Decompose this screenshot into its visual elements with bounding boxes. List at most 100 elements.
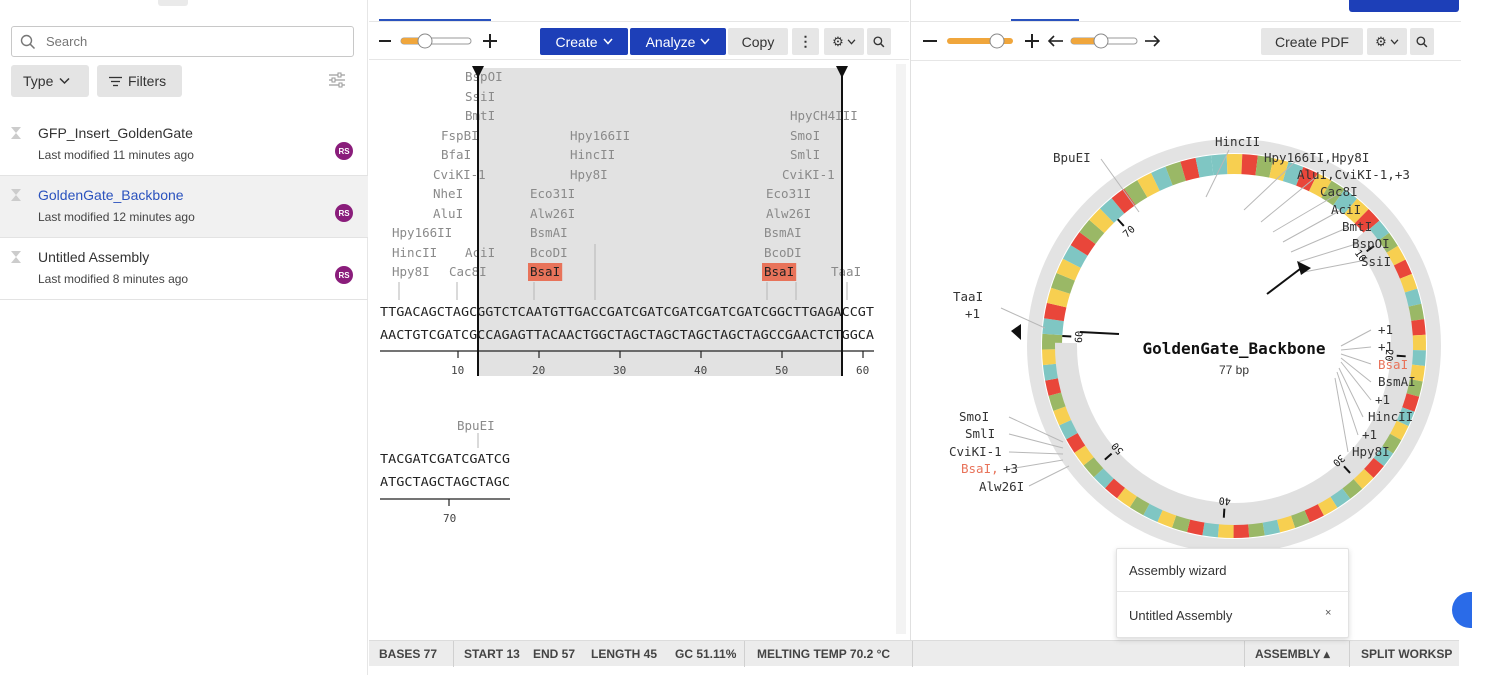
- enzyme-label-bsai[interactable]: BsaI: [764, 264, 794, 279]
- enzyme-label-cac8i[interactable]: Cac8I: [449, 264, 487, 279]
- enzyme-label-eco31i[interactable]: Eco31I: [530, 186, 575, 201]
- rotate-right-icon[interactable]: [1145, 35, 1161, 47]
- enzyme-label-taai[interactable]: TaaI: [831, 264, 861, 279]
- enzyme-label-smli[interactable]: SmlI: [790, 147, 820, 162]
- map-label-smoi[interactable]: SmoI: [959, 409, 989, 424]
- selection-end-arrow[interactable]: [1011, 324, 1021, 340]
- enzyme-label-smoi[interactable]: SmoI: [790, 128, 820, 143]
- map-label-bsai[interactable]: BsaI: [1378, 357, 1408, 372]
- enzyme-label-bspoi[interactable]: BspOI: [465, 69, 503, 84]
- map-find-button[interactable]: [1410, 28, 1434, 55]
- selection-start-marker[interactable]: [1266, 268, 1301, 295]
- enzyme-label-alw26i[interactable]: Alw26I: [530, 206, 575, 221]
- analyze-button[interactable]: Analyze: [630, 28, 726, 55]
- enzyme-label-bsai[interactable]: BsaI: [530, 264, 560, 279]
- enzyme-label-hpy166ii[interactable]: Hpy166II: [570, 128, 630, 143]
- rotation-handle[interactable]: [1093, 33, 1109, 49]
- sidebar-top-handle[interactable]: [158, 0, 188, 6]
- map-label-hincii[interactable]: HincII: [1368, 409, 1413, 424]
- create-pdf-button[interactable]: Create PDF: [1261, 28, 1363, 55]
- enzyme-label-bfai[interactable]: BfaI: [441, 147, 471, 162]
- file-item-goldengate-backbone[interactable]: GoldenGate_Backbone Last modified 12 min…: [0, 176, 368, 238]
- map-label-acii[interactable]: AciI: [1331, 202, 1361, 217]
- share-button[interactable]: [1349, 0, 1459, 12]
- copy-button[interactable]: Copy: [728, 28, 788, 55]
- zoom-slider[interactable]: [379, 30, 499, 52]
- map-label-taai-more[interactable]: +1: [965, 306, 980, 321]
- selection-end-marker[interactable]: [1079, 331, 1120, 335]
- sequence-scrollbar[interactable]: [896, 64, 906, 634]
- map-label-plus1[interactable]: +1: [1378, 322, 1393, 337]
- map-label-taai[interactable]: TaaI: [953, 289, 983, 304]
- enzyme-label-hincii[interactable]: HincII: [570, 147, 615, 162]
- enzyme-label-hpy166ii[interactable]: Hpy166II: [392, 225, 452, 240]
- enzyme-label-fspbi[interactable]: FspBI: [441, 128, 479, 143]
- map-label-bmti[interactable]: BmtI: [1342, 219, 1372, 234]
- active-tab-indicator[interactable]: [379, 19, 491, 21]
- map-label-alw26i[interactable]: Alw26I: [979, 479, 1024, 494]
- map-label-cac8i[interactable]: Cac8I: [1320, 184, 1358, 199]
- enzyme-label-bpuei[interactable]: BpuEI: [457, 418, 495, 433]
- sliders-icon[interactable]: [328, 72, 346, 88]
- enzyme-label-bcodi[interactable]: BcoDI: [764, 245, 802, 260]
- map-label-bsmai[interactable]: BsmAI: [1378, 374, 1416, 389]
- map-label-bsai-left-more[interactable]: +3: [1003, 461, 1018, 476]
- map-label-bspoi[interactable]: BspOI: [1352, 236, 1390, 251]
- enzyme-label-bsmai[interactable]: BsmAI: [530, 225, 568, 240]
- map-zoom-handle[interactable]: [989, 33, 1005, 49]
- map-label-bsai-left[interactable]: BsaI,: [961, 461, 999, 476]
- filters-button[interactable]: Filters: [97, 65, 182, 97]
- file-item-untitled-assembly[interactable]: Untitled Assembly Last modified 8 minute…: [0, 238, 368, 300]
- enzyme-label-nhei[interactable]: NheI: [433, 186, 463, 201]
- search-box[interactable]: [11, 26, 354, 57]
- map-zoom-controls[interactable]: [919, 30, 1169, 52]
- zoom-handle[interactable]: [417, 33, 433, 49]
- close-icon[interactable]: ×: [1325, 607, 1331, 619]
- type-filter-button[interactable]: Type: [11, 65, 89, 97]
- plus-icon[interactable]: [483, 34, 497, 48]
- enzyme-label-acii[interactable]: AciI: [465, 245, 495, 260]
- enzyme-label-ssii[interactable]: SsiI: [465, 89, 495, 104]
- assembly-wizard-item[interactable]: Assembly wizard: [1129, 563, 1227, 578]
- find-button[interactable]: [867, 28, 891, 55]
- map-label-smli[interactable]: SmlI: [965, 426, 995, 441]
- map-label-hincii[interactable]: HincII: [1215, 134, 1260, 149]
- more-options-button[interactable]: ⋮: [792, 28, 819, 55]
- enzyme-label-bmti[interactable]: BmtI: [465, 108, 495, 123]
- enzyme-label-hpy8i[interactable]: Hpy8I: [570, 167, 608, 182]
- map-label-ssii[interactable]: SsiI: [1361, 254, 1391, 269]
- enzyme-label-bcodi[interactable]: BcoDI: [530, 245, 568, 260]
- enzyme-label-eco31i[interactable]: Eco31I: [766, 186, 811, 201]
- untitled-assembly-item[interactable]: Untitled Assembly: [1129, 608, 1232, 623]
- map-label-plus1[interactable]: +1: [1375, 392, 1390, 407]
- map-label-plus1[interactable]: +1: [1362, 427, 1377, 442]
- enzyme-label-cviki-1[interactable]: CviKI-1: [782, 167, 835, 182]
- map-label-plus1[interactable]: +1: [1378, 339, 1393, 354]
- ring-segment[interactable]: [1241, 154, 1258, 176]
- settings-menu-button[interactable]: ⚙: [824, 28, 864, 55]
- ring-segment[interactable]: [1042, 318, 1064, 336]
- active-map-tab-indicator[interactable]: [1011, 19, 1079, 21]
- split-workspace-toggle[interactable]: SPLIT WORKSP: [1361, 647, 1452, 661]
- map-label-alui-group[interactable]: AluI,CviKI-1,+3: [1297, 167, 1410, 182]
- assembly-toggle[interactable]: ASSEMBLY ▴: [1255, 647, 1330, 661]
- file-item-gfp-insert[interactable]: GFP_Insert_GoldenGate Last modified 11 m…: [0, 114, 368, 176]
- rotate-left-icon[interactable]: [1047, 35, 1063, 47]
- enzyme-label-hincii[interactable]: HincII: [392, 245, 437, 260]
- enzyme-label-hpy8i[interactable]: Hpy8I: [392, 264, 430, 279]
- selection-start-arrow[interactable]: [1297, 261, 1311, 275]
- search-input[interactable]: [44, 33, 334, 50]
- enzyme-label-alw26i[interactable]: Alw26I: [766, 206, 811, 221]
- enzyme-label-alui[interactable]: AluI: [433, 206, 463, 221]
- plus-icon[interactable]: [1025, 34, 1039, 48]
- ring-segment[interactable]: [1226, 154, 1243, 175]
- map-settings-button[interactable]: ⚙: [1367, 28, 1407, 55]
- map-label-hpy8i[interactable]: Hpy8I: [1352, 444, 1390, 459]
- create-button[interactable]: Create: [540, 28, 628, 55]
- enzyme-label-bsmai[interactable]: BsmAI: [764, 225, 802, 240]
- sequence-viewer[interactable]: BspOI SsiI BmtI FspBI BfaI CviKI-1 NheI AluI Hpy…: [369, 62, 894, 632]
- enzyme-label-hpych4iii[interactable]: HpyCH4III: [790, 108, 858, 123]
- map-label-hpy166ii-hpy8i[interactable]: Hpy166II,Hpy8I: [1264, 150, 1369, 165]
- map-label-cviki[interactable]: CviKI-1: [949, 444, 1002, 459]
- map-label-bpuei[interactable]: BpuEI: [1053, 150, 1091, 165]
